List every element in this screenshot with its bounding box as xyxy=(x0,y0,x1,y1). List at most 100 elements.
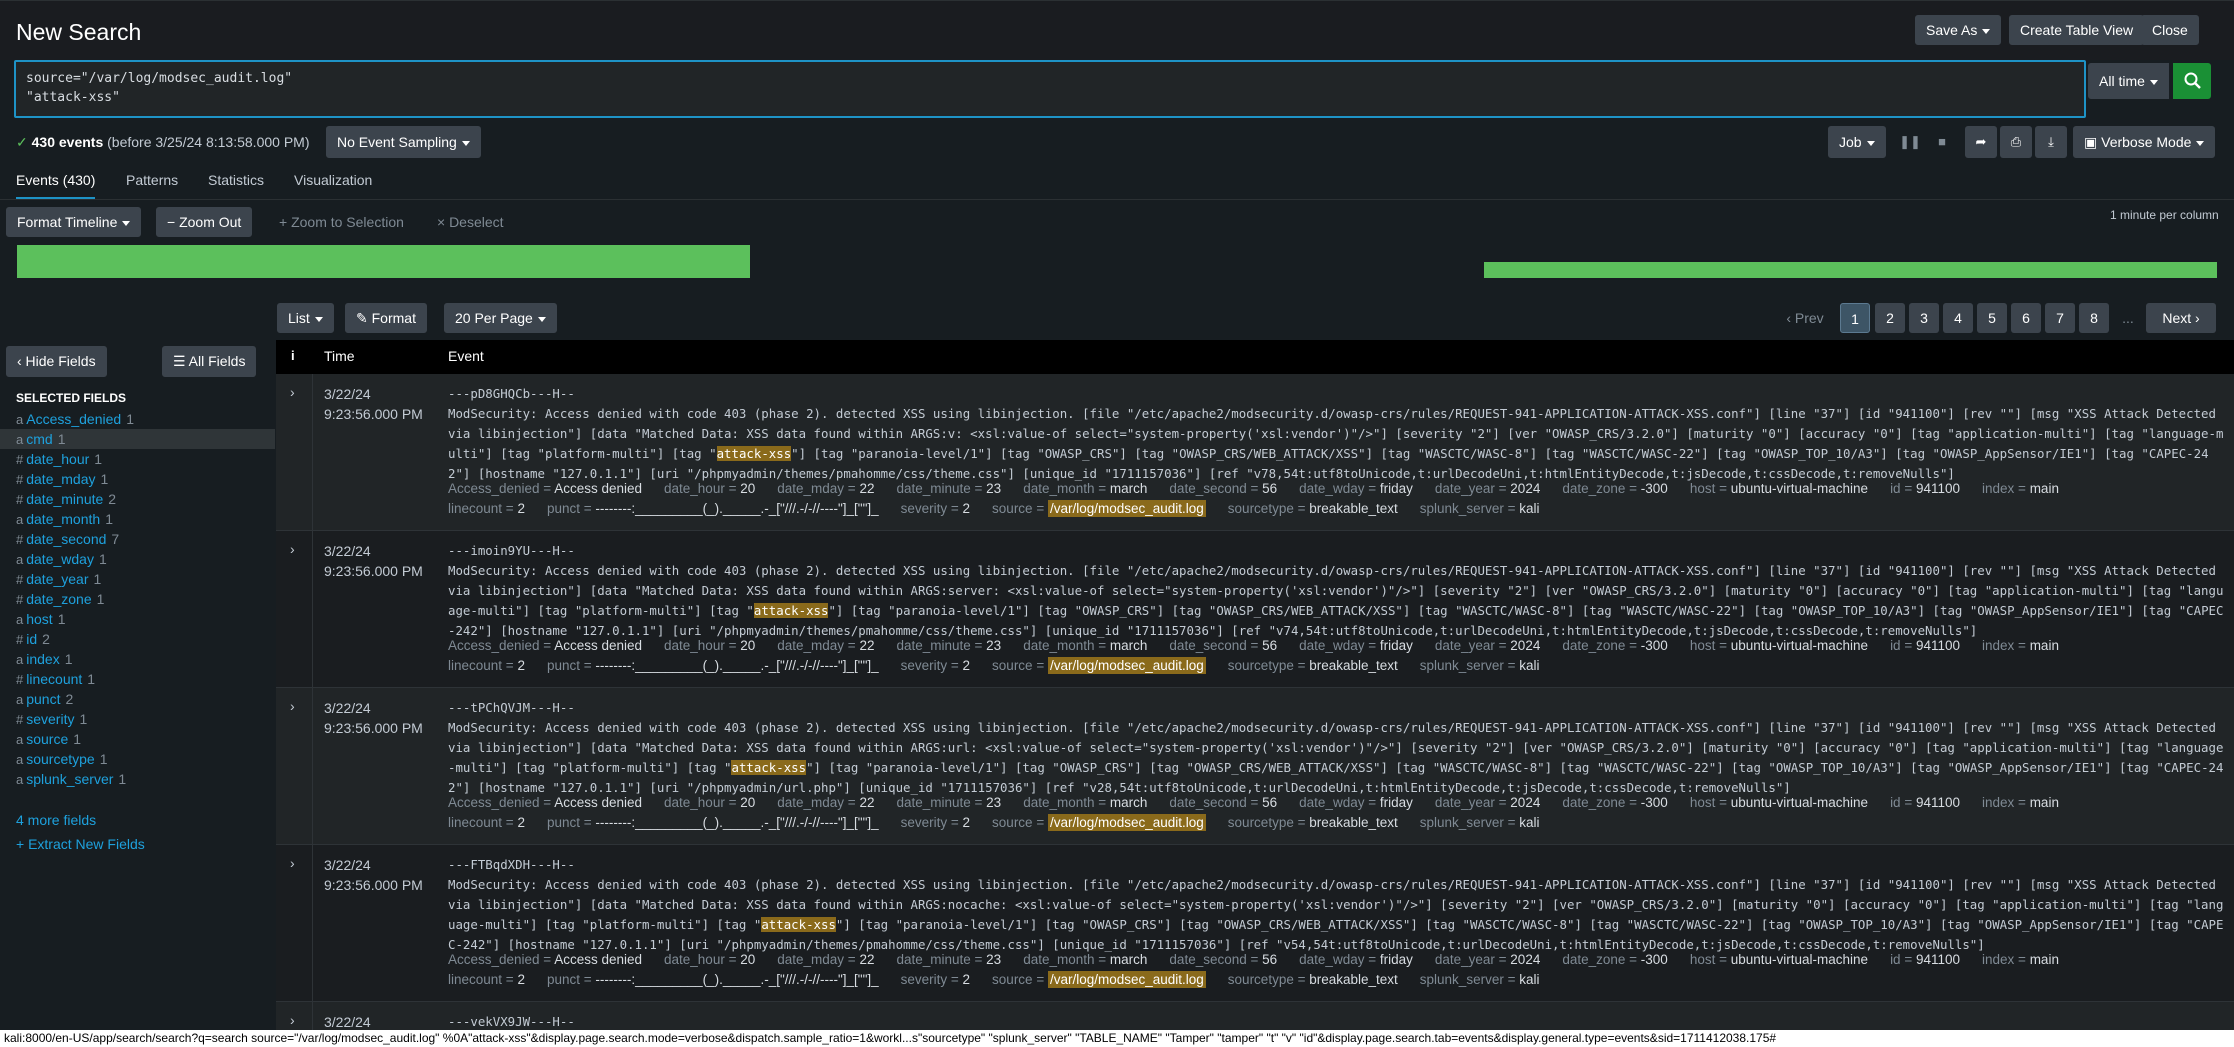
field-splunk-server[interactable]: a splunk_server 1 xyxy=(16,771,126,787)
field-pair-date-month[interactable]: date_month = march xyxy=(1023,638,1147,653)
page-5[interactable]: 5 xyxy=(1977,303,2007,333)
field-pair-date-mday[interactable]: date_mday = 22 xyxy=(777,638,874,653)
field-pair-access-denied[interactable]: Access_denied = Access denied xyxy=(448,795,642,810)
share-icon[interactable]: ➦ xyxy=(1965,126,1997,158)
field-pair-access-denied[interactable]: Access_denied = Access denied xyxy=(448,638,642,653)
field-pair-date-zone[interactable]: date_zone = -300 xyxy=(1562,481,1667,496)
search-term-highlight[interactable]: attack-xss xyxy=(731,760,807,775)
field-pair-punct[interactable]: punct = --------:_________(_)._____.-_["… xyxy=(547,972,879,987)
page-4[interactable]: 4 xyxy=(1943,303,1973,333)
field-pair-sourcetype[interactable]: sourcetype = breakable_text xyxy=(1228,972,1398,987)
field-pair-splunk-server[interactable]: splunk_server = kali xyxy=(1420,658,1540,673)
search-term-highlight[interactable]: attack-xss xyxy=(716,446,792,461)
field-date-month[interactable]: a date_month 1 xyxy=(16,511,113,527)
page-8[interactable]: 8 xyxy=(2079,303,2109,333)
field-pair-punct[interactable]: punct = --------:_________(_)._____.-_["… xyxy=(547,501,879,516)
field-index[interactable]: a index 1 xyxy=(16,651,73,667)
field-date-minute[interactable]: # date_minute 2 xyxy=(16,491,116,507)
field-pair-host[interactable]: host = ubuntu-virtual-machine xyxy=(1690,638,1868,653)
field-pair-linecount[interactable]: linecount = 2 xyxy=(448,972,525,987)
field-pair-sourcetype[interactable]: sourcetype = breakable_text xyxy=(1228,501,1398,516)
field-pair-severity[interactable]: severity = 2 xyxy=(901,658,970,673)
field-pair-date-year[interactable]: date_year = 2024 xyxy=(1435,795,1540,810)
field-pair-punct[interactable]: punct = --------:_________(_)._____.-_["… xyxy=(547,658,879,673)
field-pair-date-mday[interactable]: date_mday = 22 xyxy=(777,795,874,810)
search-button[interactable] xyxy=(2173,63,2211,99)
field-date-hour[interactable]: # date_hour 1 xyxy=(16,451,102,467)
field-pair-date-second[interactable]: date_second = 56 xyxy=(1169,481,1277,496)
search-mode-dropdown[interactable]: ▣ Verbose Mode xyxy=(2073,126,2216,158)
field-pair-id[interactable]: id = 941100 xyxy=(1890,795,1960,810)
field-severity[interactable]: # severity 1 xyxy=(16,711,87,727)
field-pair-linecount[interactable]: linecount = 2 xyxy=(448,501,525,516)
more-fields-link[interactable]: 4 more fields xyxy=(16,812,96,828)
field-pair-access-denied[interactable]: Access_denied = Access denied xyxy=(448,481,642,496)
field-pair-host[interactable]: host = ubuntu-virtual-machine xyxy=(1690,952,1868,967)
field-host[interactable]: a host 1 xyxy=(16,611,66,627)
field-pair-punct[interactable]: punct = --------:_________(_)._____.-_["… xyxy=(547,815,879,830)
field-pair-splunk-server[interactable]: splunk_server = kali xyxy=(1420,815,1540,830)
field-pair-date-minute[interactable]: date_minute = 23 xyxy=(896,952,1001,967)
field-punct[interactable]: a punct 2 xyxy=(16,691,73,707)
next-page-button[interactable]: Next › xyxy=(2146,303,2216,333)
field-pair-date-zone[interactable]: date_zone = -300 xyxy=(1562,795,1667,810)
search-term-highlight[interactable]: attack-xss xyxy=(761,917,836,932)
extract-new-fields-link[interactable]: + Extract New Fields xyxy=(16,836,145,852)
field-pair-id[interactable]: id = 941100 xyxy=(1890,481,1960,496)
hide-fields-button[interactable]: ‹ Hide Fields xyxy=(6,346,107,377)
field-pair-date-year[interactable]: date_year = 2024 xyxy=(1435,638,1540,653)
timeline-bar[interactable] xyxy=(1484,262,2217,278)
timeline-bar[interactable] xyxy=(17,245,750,278)
field-pair-date-second[interactable]: date_second = 56 xyxy=(1169,795,1277,810)
page-1[interactable]: 1 xyxy=(1840,303,1870,333)
export-icon[interactable]: ⤓ xyxy=(2035,126,2067,158)
create-table-view-button[interactable]: Create Table View xyxy=(2009,15,2145,45)
field-linecount[interactable]: # linecount 1 xyxy=(16,671,95,687)
field-pair-date-minute[interactable]: date_minute = 23 xyxy=(896,638,1001,653)
field-pair-index[interactable]: index = main xyxy=(1982,795,2059,810)
page-7[interactable]: 7 xyxy=(2045,303,2075,333)
field-sourcetype[interactable]: a sourcetype 1 xyxy=(16,751,108,767)
field-pair-date-mday[interactable]: date_mday = 22 xyxy=(777,952,874,967)
field-pair-date-month[interactable]: date_month = march xyxy=(1023,481,1147,496)
deselect-button[interactable]: × Deselect xyxy=(437,207,504,237)
field-pair-date-second[interactable]: date_second = 56 xyxy=(1169,638,1277,653)
field-pair-host[interactable]: host = ubuntu-virtual-machine xyxy=(1690,481,1868,496)
all-fields-button[interactable]: ☰ All Fields xyxy=(162,346,257,377)
expand-chevron-icon[interactable]: › xyxy=(290,1012,295,1028)
field-pair-date-minute[interactable]: date_minute = 23 xyxy=(896,481,1001,496)
field-pair-id[interactable]: id = 941100 xyxy=(1890,638,1960,653)
format-timeline-button[interactable]: Format Timeline xyxy=(6,207,142,237)
field-date-wday[interactable]: a date_wday 1 xyxy=(16,551,107,567)
tab-visualization[interactable]: Visualization xyxy=(294,172,372,188)
field-pair-access-denied[interactable]: Access_denied = Access denied xyxy=(448,952,642,967)
field-pair-source[interactable]: source = /var/log/modsec_audit.log xyxy=(992,814,1206,831)
search-term-highlight[interactable]: attack-xss xyxy=(753,603,829,618)
field-date-zone[interactable]: # date_zone 1 xyxy=(16,591,104,607)
field-date-mday[interactable]: # date_mday 1 xyxy=(16,471,108,487)
field-pair-date-mday[interactable]: date_mday = 22 xyxy=(777,481,874,496)
per-page-dropdown[interactable]: 20 Per Page xyxy=(444,303,557,333)
field-pair-date-wday[interactable]: date_wday = friday xyxy=(1299,795,1413,810)
time-range-picker[interactable]: All time xyxy=(2088,63,2169,99)
search-input[interactable]: source="/var/log/modsec_audit.log" "atta… xyxy=(14,60,2086,118)
zoom-out-button[interactable]: − Zoom Out xyxy=(156,207,253,237)
field-pair-index[interactable]: index = main xyxy=(1982,952,2059,967)
expand-chevron-icon[interactable]: › xyxy=(290,384,295,400)
field-pair-date-month[interactable]: date_month = march xyxy=(1023,952,1147,967)
field-pair-severity[interactable]: severity = 2 xyxy=(901,815,970,830)
tab-statistics[interactable]: Statistics xyxy=(208,172,264,188)
pause-icon[interactable]: ❚❚ xyxy=(1894,126,1926,158)
field-pair-date-month[interactable]: date_month = march xyxy=(1023,795,1147,810)
event-sampling-dropdown[interactable]: No Event Sampling xyxy=(326,126,481,158)
field-pair-id[interactable]: id = 941100 xyxy=(1890,952,1960,967)
list-view-dropdown[interactable]: List xyxy=(277,303,334,333)
save-as-button[interactable]: Save As xyxy=(1915,15,2002,45)
field-pair-date-hour[interactable]: date_hour = 20 xyxy=(664,638,755,653)
expand-chevron-icon[interactable]: › xyxy=(290,855,295,871)
field-pair-source[interactable]: source = /var/log/modsec_audit.log xyxy=(992,971,1206,988)
field-date-second[interactable]: # date_second 7 xyxy=(16,531,119,547)
tab-events[interactable]: Events (430) xyxy=(16,172,95,188)
time-column-header[interactable]: Time xyxy=(324,348,355,364)
field-pair-date-year[interactable]: date_year = 2024 xyxy=(1435,481,1540,496)
